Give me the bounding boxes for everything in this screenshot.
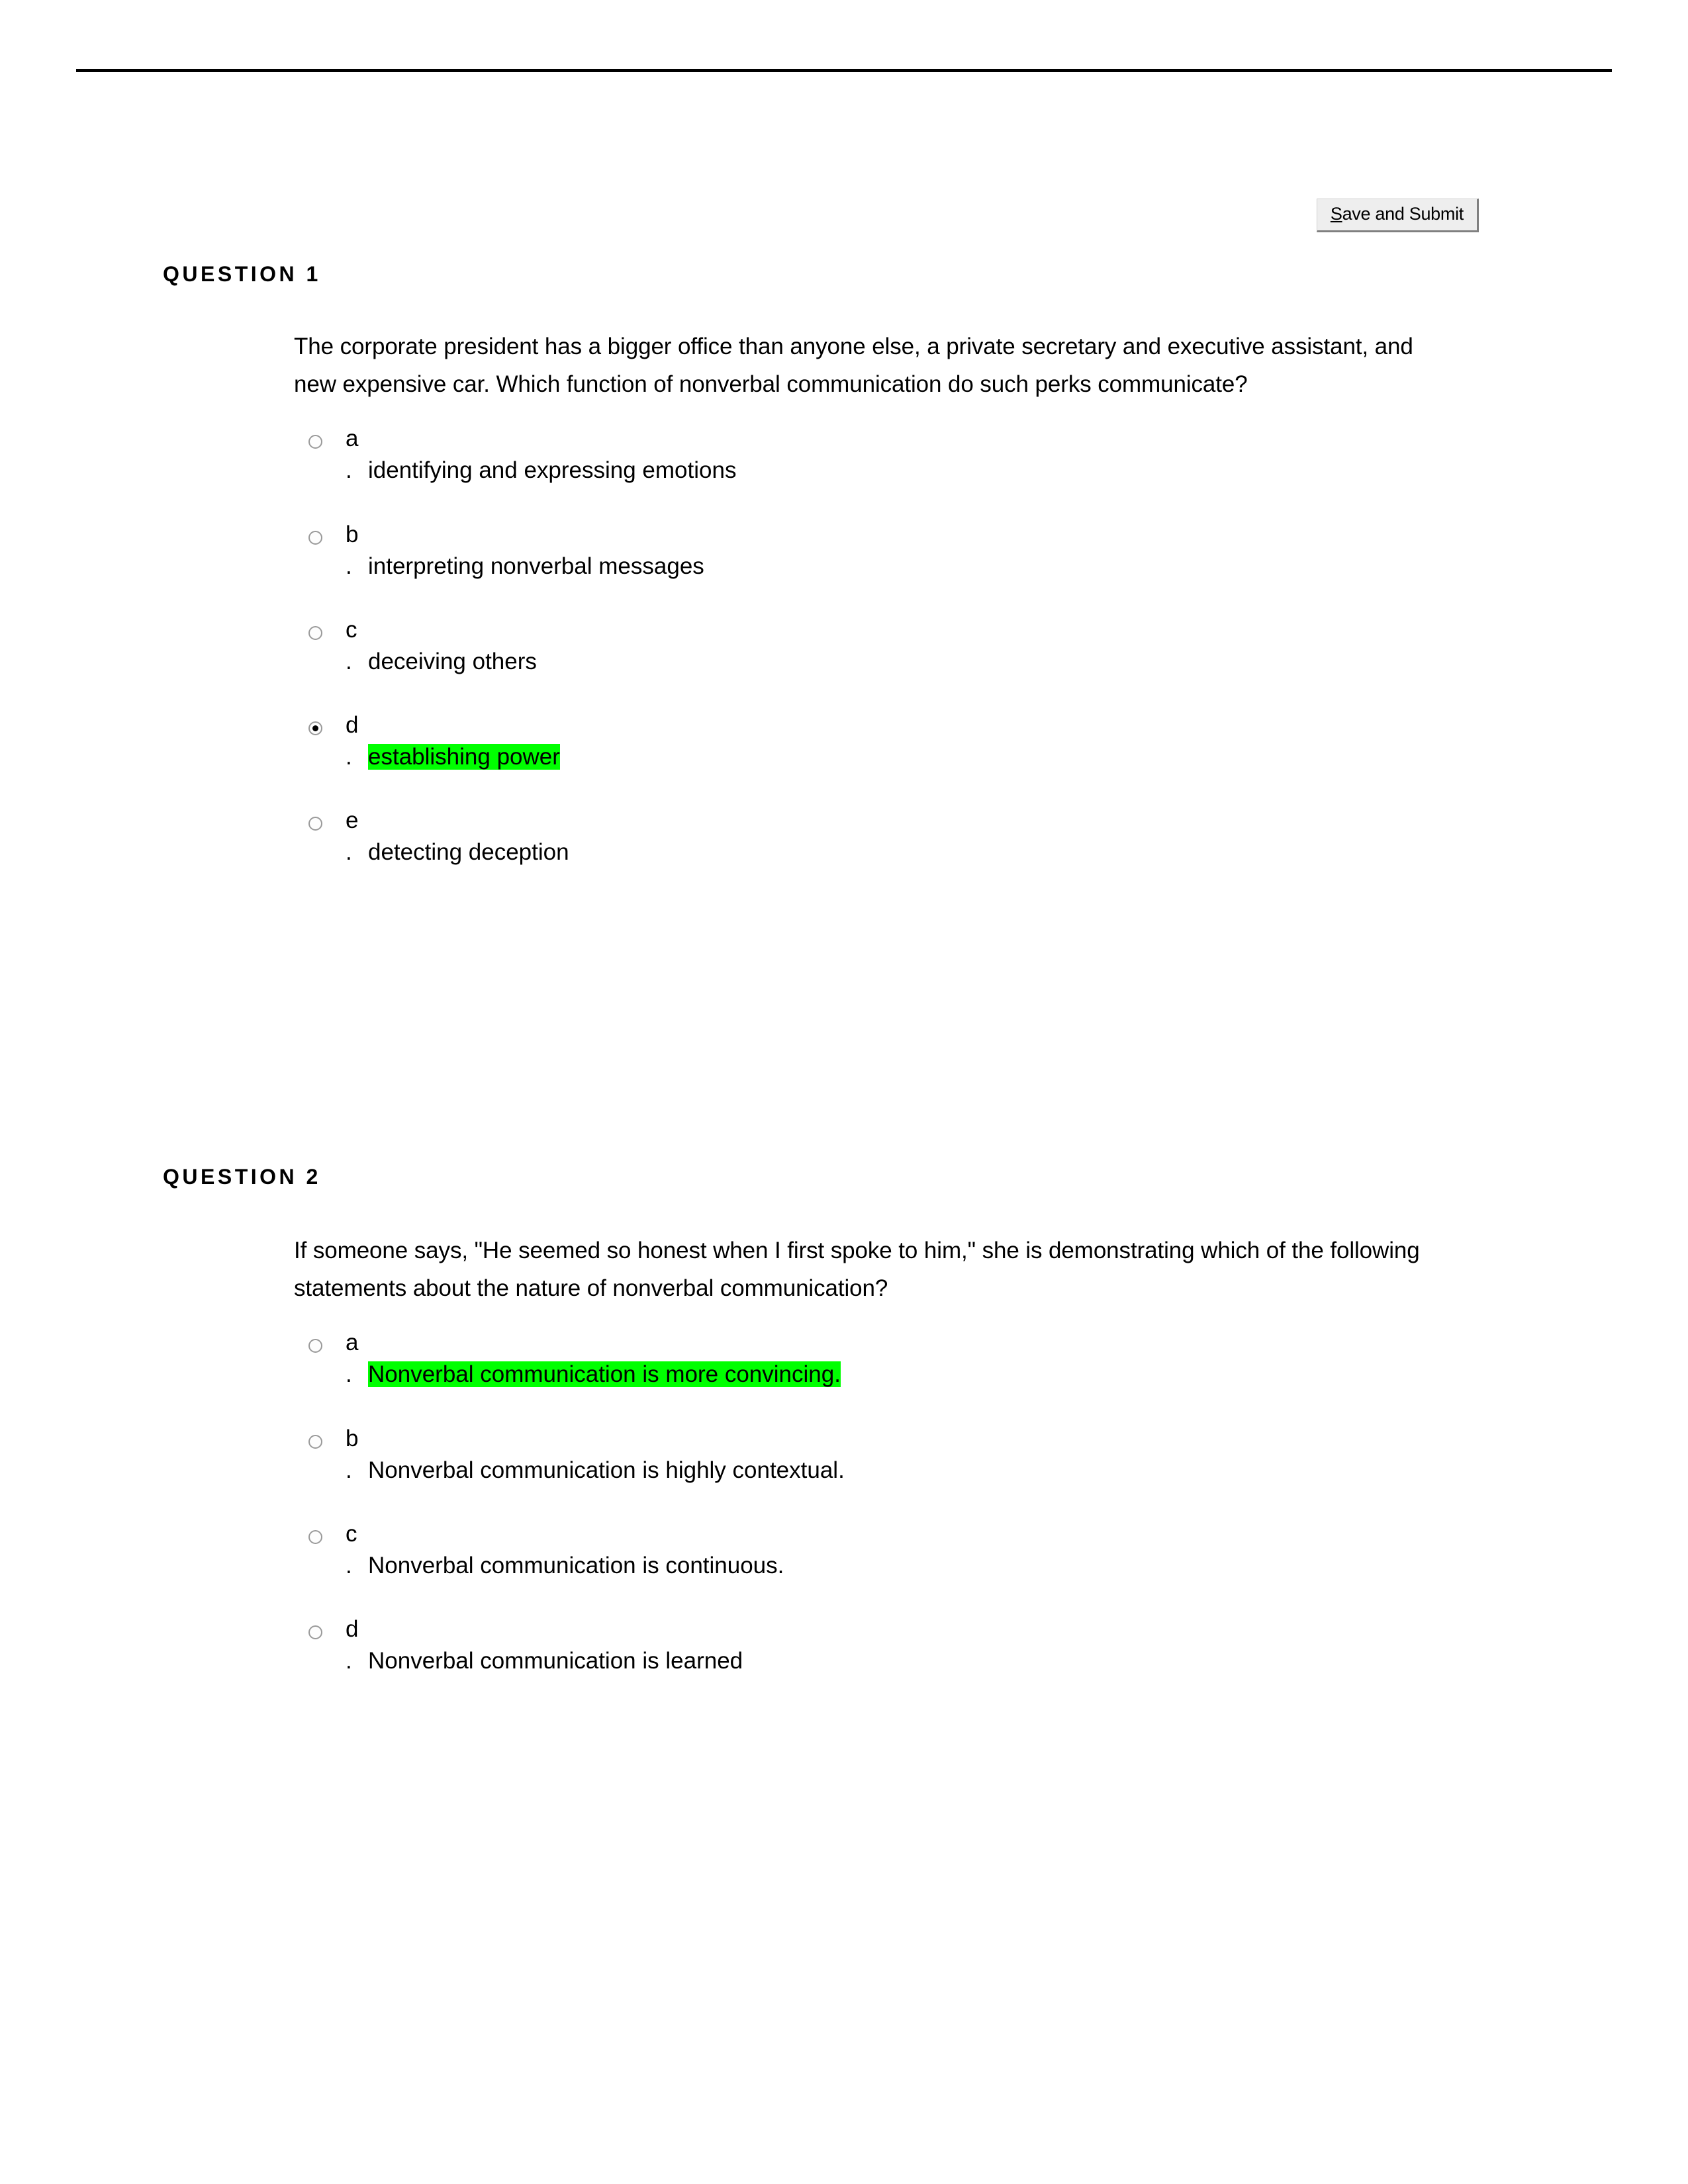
- option-text-inner: identifying and expressing emotions: [368, 457, 737, 484]
- option-text: Nonverbal communication is more convinci…: [368, 1357, 951, 1392]
- option-dot: .: [346, 648, 352, 674]
- option-row[interactable]: a . Nonverbal communication is more conv…: [294, 1331, 1459, 1392]
- option-letter: d: [346, 1615, 359, 1642]
- option-text-highlighted: establishing power: [368, 743, 560, 770]
- header-divider: [76, 69, 1612, 72]
- question-1-prompt: The corporate president has a bigger off…: [294, 334, 1413, 397]
- option-text: Nonverbal communication is learned: [368, 1643, 1017, 1678]
- option-dot: .: [346, 1647, 352, 1674]
- option-content: . deceiving others: [346, 644, 1459, 679]
- option-letter: a: [346, 426, 359, 452]
- question-2-prompt: If someone says, "He seemed so honest wh…: [294, 1238, 1420, 1301]
- option-content: . interpreting nonverbal messages: [346, 549, 1459, 584]
- option-row-selected[interactable]: d . establishing power: [294, 713, 1459, 774]
- option-text-inner: Nonverbal communication is learned: [368, 1647, 743, 1674]
- option-text-inner: deceiving others: [368, 648, 537, 674]
- option-text: detecting deception: [368, 835, 739, 870]
- radio-button-icon[interactable]: [308, 817, 322, 831]
- option-dot: .: [346, 1457, 352, 1483]
- option-letter: a: [346, 1330, 359, 1356]
- option-text: identifying and expressing emotions: [368, 453, 739, 488]
- option-row[interactable]: a . identifying and expressing emotions: [294, 427, 1459, 488]
- radio-button-selected-icon[interactable]: [308, 721, 322, 735]
- option-row[interactable]: c . Nonverbal communication is continuou…: [294, 1522, 1459, 1583]
- question-2-body: If someone says, "He seemed so honest wh…: [294, 1232, 1459, 1678]
- option-dot: .: [346, 457, 352, 484]
- option-text: deceiving others: [368, 644, 739, 679]
- option-content: . Nonverbal communication is highly cont…: [346, 1453, 1459, 1488]
- option-letter: d: [346, 711, 359, 738]
- option-content: . establishing power: [346, 739, 1459, 774]
- option-content: . Nonverbal communication is learned: [346, 1643, 1459, 1678]
- option-text: Nonverbal communication is highly contex…: [368, 1453, 951, 1488]
- submit-accelerator-letter: S: [1330, 204, 1342, 224]
- submit-label-rest: ave and Submit: [1342, 204, 1464, 224]
- option-row[interactable]: d . Nonverbal communication is learned: [294, 1617, 1459, 1678]
- option-letter: c: [346, 1520, 357, 1547]
- option-content: . detecting deception: [346, 835, 1459, 870]
- radio-button-icon[interactable]: [308, 1625, 322, 1639]
- exam-page: Save and Submit QUESTION 1 The corporate…: [0, 0, 1688, 2184]
- option-letter: b: [346, 1425, 359, 1451]
- option-text-inner: interpreting nonverbal messages: [368, 553, 704, 579]
- radio-button-icon[interactable]: [308, 1529, 322, 1544]
- option-content: . Nonverbal communication is continuous.: [346, 1548, 1459, 1583]
- option-text-inner: detecting deception: [368, 839, 569, 866]
- submit-bar: Save and Submit: [0, 199, 1479, 232]
- radio-button-icon[interactable]: [308, 1339, 322, 1353]
- option-row[interactable]: c . deceiving others: [294, 618, 1459, 679]
- option-letter: b: [346, 521, 359, 547]
- option-row[interactable]: b . Nonverbal communication is highly co…: [294, 1427, 1459, 1488]
- question-1-heading: QUESTION 1: [163, 262, 321, 286]
- option-letter: c: [346, 616, 357, 643]
- question-2-heading: QUESTION 2: [163, 1165, 321, 1189]
- question-1-body: The corporate president has a bigger off…: [294, 328, 1459, 870]
- radio-button-icon[interactable]: [308, 530, 322, 545]
- question-2-options: a . Nonverbal communication is more conv…: [294, 1331, 1459, 1678]
- option-text-inner: Nonverbal communication is highly contex…: [368, 1457, 845, 1483]
- option-letter: e: [346, 807, 359, 834]
- option-text: Nonverbal communication is continuous.: [368, 1548, 898, 1583]
- radio-button-icon[interactable]: [308, 1434, 322, 1449]
- option-dot: .: [346, 839, 352, 866]
- option-dot: .: [346, 553, 352, 579]
- option-dot: .: [346, 1361, 352, 1388]
- option-text-inner: Nonverbal communication is continuous.: [368, 1552, 784, 1578]
- option-text-highlighted: Nonverbal communication is more convinci…: [368, 1361, 841, 1388]
- option-dot: .: [346, 743, 352, 770]
- option-dot: .: [346, 1552, 352, 1578]
- save-and-submit-button[interactable]: Save and Submit: [1316, 199, 1479, 232]
- option-content: . identifying and expressing emotions: [346, 453, 1459, 488]
- option-text: interpreting nonverbal messages: [368, 549, 739, 584]
- radio-button-icon[interactable]: [308, 435, 322, 449]
- option-row[interactable]: b . interpreting nonverbal messages: [294, 523, 1459, 584]
- radio-button-icon[interactable]: [308, 625, 322, 640]
- option-content: . Nonverbal communication is more convin…: [346, 1357, 1459, 1392]
- option-text: establishing power: [368, 739, 739, 774]
- question-1-options: a . identifying and expressing emotions …: [294, 427, 1459, 870]
- option-row[interactable]: e . detecting deception: [294, 809, 1459, 870]
